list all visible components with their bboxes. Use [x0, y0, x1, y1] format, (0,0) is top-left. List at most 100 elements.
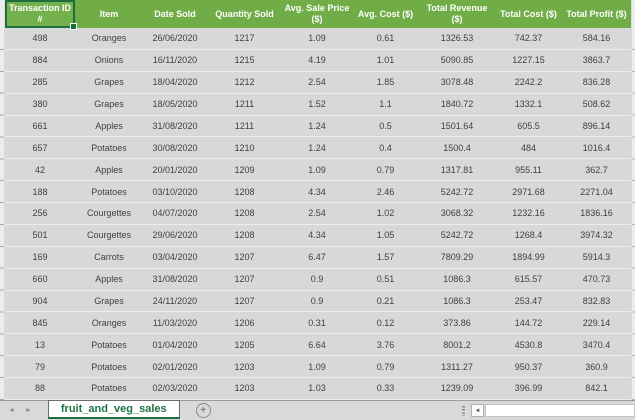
- cell-item[interactable]: Potatoes: [75, 378, 143, 399]
- cell-total-profit[interactable]: 360.9: [562, 356, 631, 377]
- cell-avg-cost[interactable]: 1.05: [352, 225, 419, 246]
- cell-avg-cost[interactable]: 0.61: [352, 28, 419, 49]
- cell-total-profit[interactable]: 5914.3: [562, 247, 631, 268]
- column-header-total-profit[interactable]: Total Profit ($): [562, 0, 631, 28]
- cell-quantity-sold[interactable]: 1208: [207, 203, 282, 224]
- column-header-quantity-sold[interactable]: Quantity Sold: [207, 0, 282, 28]
- cell-total-profit[interactable]: 3974.32: [562, 225, 631, 246]
- cell-item[interactable]: Grapes: [75, 291, 143, 312]
- cell-transaction-id[interactable]: 13: [5, 334, 75, 355]
- cell-transaction-id[interactable]: 169: [5, 247, 75, 268]
- cell-date-sold[interactable]: 03/04/2020: [143, 247, 207, 268]
- cell-total-cost[interactable]: 396.99: [495, 378, 562, 399]
- cell-total-revenue[interactable]: 1501.64: [419, 116, 495, 137]
- cell-quantity-sold[interactable]: 1206: [207, 312, 282, 333]
- cell-total-cost[interactable]: 144.72: [495, 312, 562, 333]
- sheet-nav-left-icon[interactable]: ◄: [8, 407, 15, 414]
- cell-date-sold[interactable]: 24/11/2020: [143, 291, 207, 312]
- cell-item[interactable]: Courgettes: [75, 203, 143, 224]
- cell-avg-cost[interactable]: 0.21: [352, 291, 419, 312]
- cell-avg-cost[interactable]: 0.12: [352, 312, 419, 333]
- cell-total-cost[interactable]: 253.47: [495, 291, 562, 312]
- cell-item[interactable]: Apples: [75, 116, 143, 137]
- cell-avg-cost[interactable]: 1.85: [352, 72, 419, 93]
- cell-avg-cost[interactable]: 1.01: [352, 50, 419, 71]
- add-sheet-button[interactable]: +: [195, 403, 211, 418]
- cell-total-profit[interactable]: 362.7: [562, 159, 631, 180]
- cell-avg-sale-price[interactable]: 4.19: [282, 50, 352, 71]
- cell-item[interactable]: Potatoes: [75, 181, 143, 202]
- cell-date-sold[interactable]: 30/08/2020: [143, 137, 207, 158]
- column-header-avg-sale-price[interactable]: Avg. Sale Price ($): [282, 0, 352, 28]
- cell-total-revenue[interactable]: 1311.27: [419, 356, 495, 377]
- cell-transaction-id[interactable]: 501: [5, 225, 75, 246]
- cell-avg-cost[interactable]: 0.4: [352, 137, 419, 158]
- cell-quantity-sold[interactable]: 1217: [207, 28, 282, 49]
- cell-total-profit[interactable]: 2271.04: [562, 181, 631, 202]
- cell-total-revenue[interactable]: 1239.09: [419, 378, 495, 399]
- cell-avg-sale-price[interactable]: 1.24: [282, 116, 352, 137]
- cell-quantity-sold[interactable]: 1207: [207, 269, 282, 290]
- cell-avg-cost[interactable]: 0.51: [352, 269, 419, 290]
- cell-total-revenue[interactable]: 3078.48: [419, 72, 495, 93]
- cell-avg-cost[interactable]: 1.02: [352, 203, 419, 224]
- cell-transaction-id[interactable]: 660: [5, 269, 75, 290]
- cell-date-sold[interactable]: 31/08/2020: [143, 116, 207, 137]
- cell-avg-cost[interactable]: 0.33: [352, 378, 419, 399]
- cell-transaction-id[interactable]: 904: [5, 291, 75, 312]
- cell-transaction-id[interactable]: 498: [5, 28, 75, 49]
- cell-total-profit[interactable]: 1836.16: [562, 203, 631, 224]
- cell-item[interactable]: Oranges: [75, 312, 143, 333]
- cell-avg-cost[interactable]: 0.79: [352, 356, 419, 377]
- cell-total-cost[interactable]: 1227.15: [495, 50, 562, 71]
- cell-avg-sale-price[interactable]: 0.9: [282, 269, 352, 290]
- cell-avg-sale-price[interactable]: 1.09: [282, 28, 352, 49]
- cell-total-cost[interactable]: 742.37: [495, 28, 562, 49]
- cell-total-profit[interactable]: 3470.4: [562, 334, 631, 355]
- cell-item[interactable]: Potatoes: [75, 356, 143, 377]
- cell-item[interactable]: Oranges: [75, 28, 143, 49]
- cell-transaction-id[interactable]: 79: [5, 356, 75, 377]
- column-header-total-cost[interactable]: Total Cost ($): [495, 0, 562, 28]
- cell-date-sold[interactable]: 16/11/2020: [143, 50, 207, 71]
- cell-date-sold[interactable]: 02/03/2020: [143, 378, 207, 399]
- cell-date-sold[interactable]: 18/05/2020: [143, 94, 207, 115]
- cell-total-cost[interactable]: 950.37: [495, 356, 562, 377]
- cell-avg-cost[interactable]: 1.57: [352, 247, 419, 268]
- cell-total-revenue[interactable]: 5242.72: [419, 225, 495, 246]
- cell-avg-cost[interactable]: 1.1: [352, 94, 419, 115]
- cell-avg-sale-price[interactable]: 2.54: [282, 203, 352, 224]
- column-header-transaction-id[interactable]: Transaction ID #: [5, 0, 77, 30]
- cell-transaction-id[interactable]: 380: [5, 94, 75, 115]
- cell-total-revenue[interactable]: 5242.72: [419, 181, 495, 202]
- cell-avg-sale-price[interactable]: 1.24: [282, 137, 352, 158]
- cell-total-cost[interactable]: 484: [495, 137, 562, 158]
- cell-item[interactable]: Courgettes: [75, 225, 143, 246]
- scrollbar-resize-grip[interactable]: [462, 405, 465, 416]
- cell-quantity-sold[interactable]: 1207: [207, 247, 282, 268]
- cell-quantity-sold[interactable]: 1215: [207, 50, 282, 71]
- cell-total-cost[interactable]: 4530.8: [495, 334, 562, 355]
- cell-date-sold[interactable]: 04/07/2020: [143, 203, 207, 224]
- cell-date-sold[interactable]: 26/06/2020: [143, 28, 207, 49]
- cell-avg-cost[interactable]: 0.5: [352, 116, 419, 137]
- cell-date-sold[interactable]: 02/01/2020: [143, 356, 207, 377]
- cell-avg-sale-price[interactable]: 6.47: [282, 247, 352, 268]
- cell-avg-sale-price[interactable]: 6.64: [282, 334, 352, 355]
- cell-total-cost[interactable]: 1268.4: [495, 225, 562, 246]
- cell-total-revenue[interactable]: 3068.32: [419, 203, 495, 224]
- cell-item[interactable]: Grapes: [75, 94, 143, 115]
- cell-item[interactable]: Apples: [75, 269, 143, 290]
- cell-transaction-id[interactable]: 657: [5, 137, 75, 158]
- cell-total-revenue[interactable]: 8001.2: [419, 334, 495, 355]
- cell-transaction-id[interactable]: 661: [5, 116, 75, 137]
- cell-quantity-sold[interactable]: 1211: [207, 116, 282, 137]
- cell-total-revenue[interactable]: 1086.3: [419, 291, 495, 312]
- cell-total-profit[interactable]: 896.14: [562, 116, 631, 137]
- cell-total-profit[interactable]: 508.62: [562, 94, 631, 115]
- cell-total-profit[interactable]: 836.28: [562, 72, 631, 93]
- cell-total-revenue[interactable]: 373.86: [419, 312, 495, 333]
- cell-quantity-sold[interactable]: 1203: [207, 356, 282, 377]
- cell-date-sold[interactable]: 29/06/2020: [143, 225, 207, 246]
- cell-avg-sale-price[interactable]: 2.54: [282, 72, 352, 93]
